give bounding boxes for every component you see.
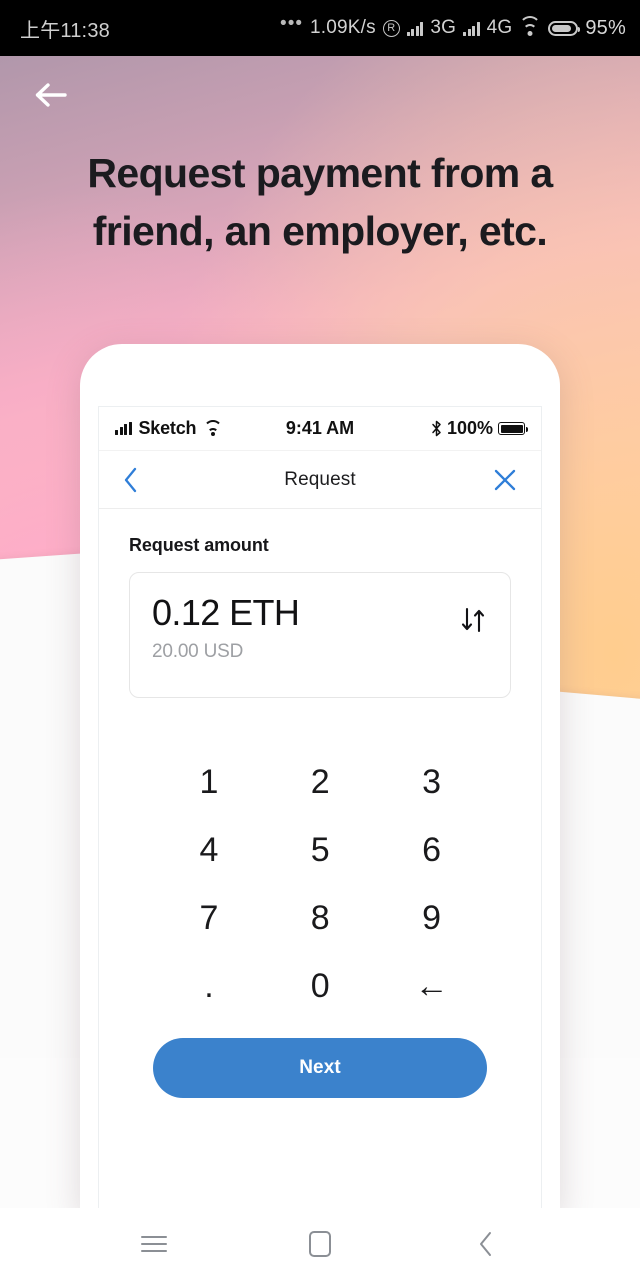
home-icon [309,1231,331,1257]
bluetooth-icon [432,420,441,437]
home-button[interactable] [292,1216,348,1272]
battery-icon [548,20,581,36]
recents-button[interactable] [126,1216,182,1272]
phone-screen: Sketch 9:41 AM 100% Request Request amou… [98,406,542,1208]
menu-icon [141,1231,167,1257]
request-form: Request amount 0.12 ETH 20.00 USD 1 2 3 … [99,509,541,1098]
amount-secondary-value: 20.00 USD [152,641,244,663]
amount-input[interactable]: 0.12 ETH 20.00 USD [129,572,511,698]
amount-values: 0.12 ETH 20.00 USD [152,592,300,663]
battery-percent-label: 95% [585,16,626,39]
screen-root: 上午11:38 ••• 1.09K/s R 3G 4G 95% Request … [0,0,640,1280]
hero-background: Request payment from a friend, an employ… [0,56,640,1208]
battery-percent-label: 100% [446,418,493,438]
wifi-icon [519,16,542,36]
navbar-back-button[interactable] [123,466,139,494]
app-status-right: 100% [431,418,528,439]
signal-bars-icon-2 [463,21,480,36]
system-status-bar: 上午11:38 ••• 1.09K/s R 3G 4G 95% [0,0,640,56]
page-title: Request payment from a friend, an employ… [87,150,553,255]
arrow-left-icon [35,83,67,107]
cell-signal-icon [115,422,132,435]
key-backspace[interactable]: ← [376,960,487,1012]
chevron-left-icon [480,1232,491,1256]
carrier-label: Sketch [138,418,197,438]
network-type-label-1: 3G [430,17,457,38]
chevron-left-icon [124,467,137,492]
navbar-title: Request [284,468,356,490]
wifi-icon [203,419,223,436]
app-status-bar: Sketch 9:41 AM 100% [99,407,541,451]
key-4[interactable]: 4 [153,824,264,876]
phone-mockup: Sketch 9:41 AM 100% Request Request amou… [80,344,560,1208]
signal-bars-icon-1 [406,21,424,36]
key-7[interactable]: 7 [153,892,264,944]
key-9[interactable]: 9 [376,892,487,944]
swap-vertical-icon [461,607,485,633]
numeric-keypad[interactable]: 1 2 3 4 5 6 7 8 9 . 0 ← [129,756,511,1012]
app-navbar: Request [99,451,541,509]
android-navigation-bar [0,1208,640,1280]
navbar-close-button[interactable] [493,468,517,492]
system-status-icons: ••• 1.09K/s R 3G 4G 95% [280,13,626,40]
app-status-left: Sketch [115,418,223,439]
primary-action-area: Next [129,1012,511,1098]
battery-icon [498,422,528,435]
amount-field-label: Request amount [129,535,269,555]
key-decimal[interactable]: . [153,960,264,1012]
close-icon [494,469,516,490]
system-back-button[interactable] [458,1216,514,1272]
back-button[interactable] [28,72,74,118]
key-1[interactable]: 1 [153,756,264,808]
key-2[interactable]: 2 [264,756,375,808]
swap-currency-button[interactable] [458,605,488,635]
key-5[interactable]: 5 [264,824,375,876]
roaming-icon: R [382,19,400,37]
amount-primary-value: 0.12 ETH [152,592,300,633]
key-6[interactable]: 6 [376,824,487,876]
key-8[interactable]: 8 [264,892,375,944]
network-speed-label: 1.09K/s [310,17,376,38]
network-type-label-2: 4G [486,17,513,38]
more-dots-icon: ••• [280,13,304,34]
system-clock: 上午11:38 [20,19,110,42]
key-3[interactable]: 3 [376,756,487,808]
key-0[interactable]: 0 [264,960,375,1012]
next-button[interactable]: Next [153,1038,487,1098]
